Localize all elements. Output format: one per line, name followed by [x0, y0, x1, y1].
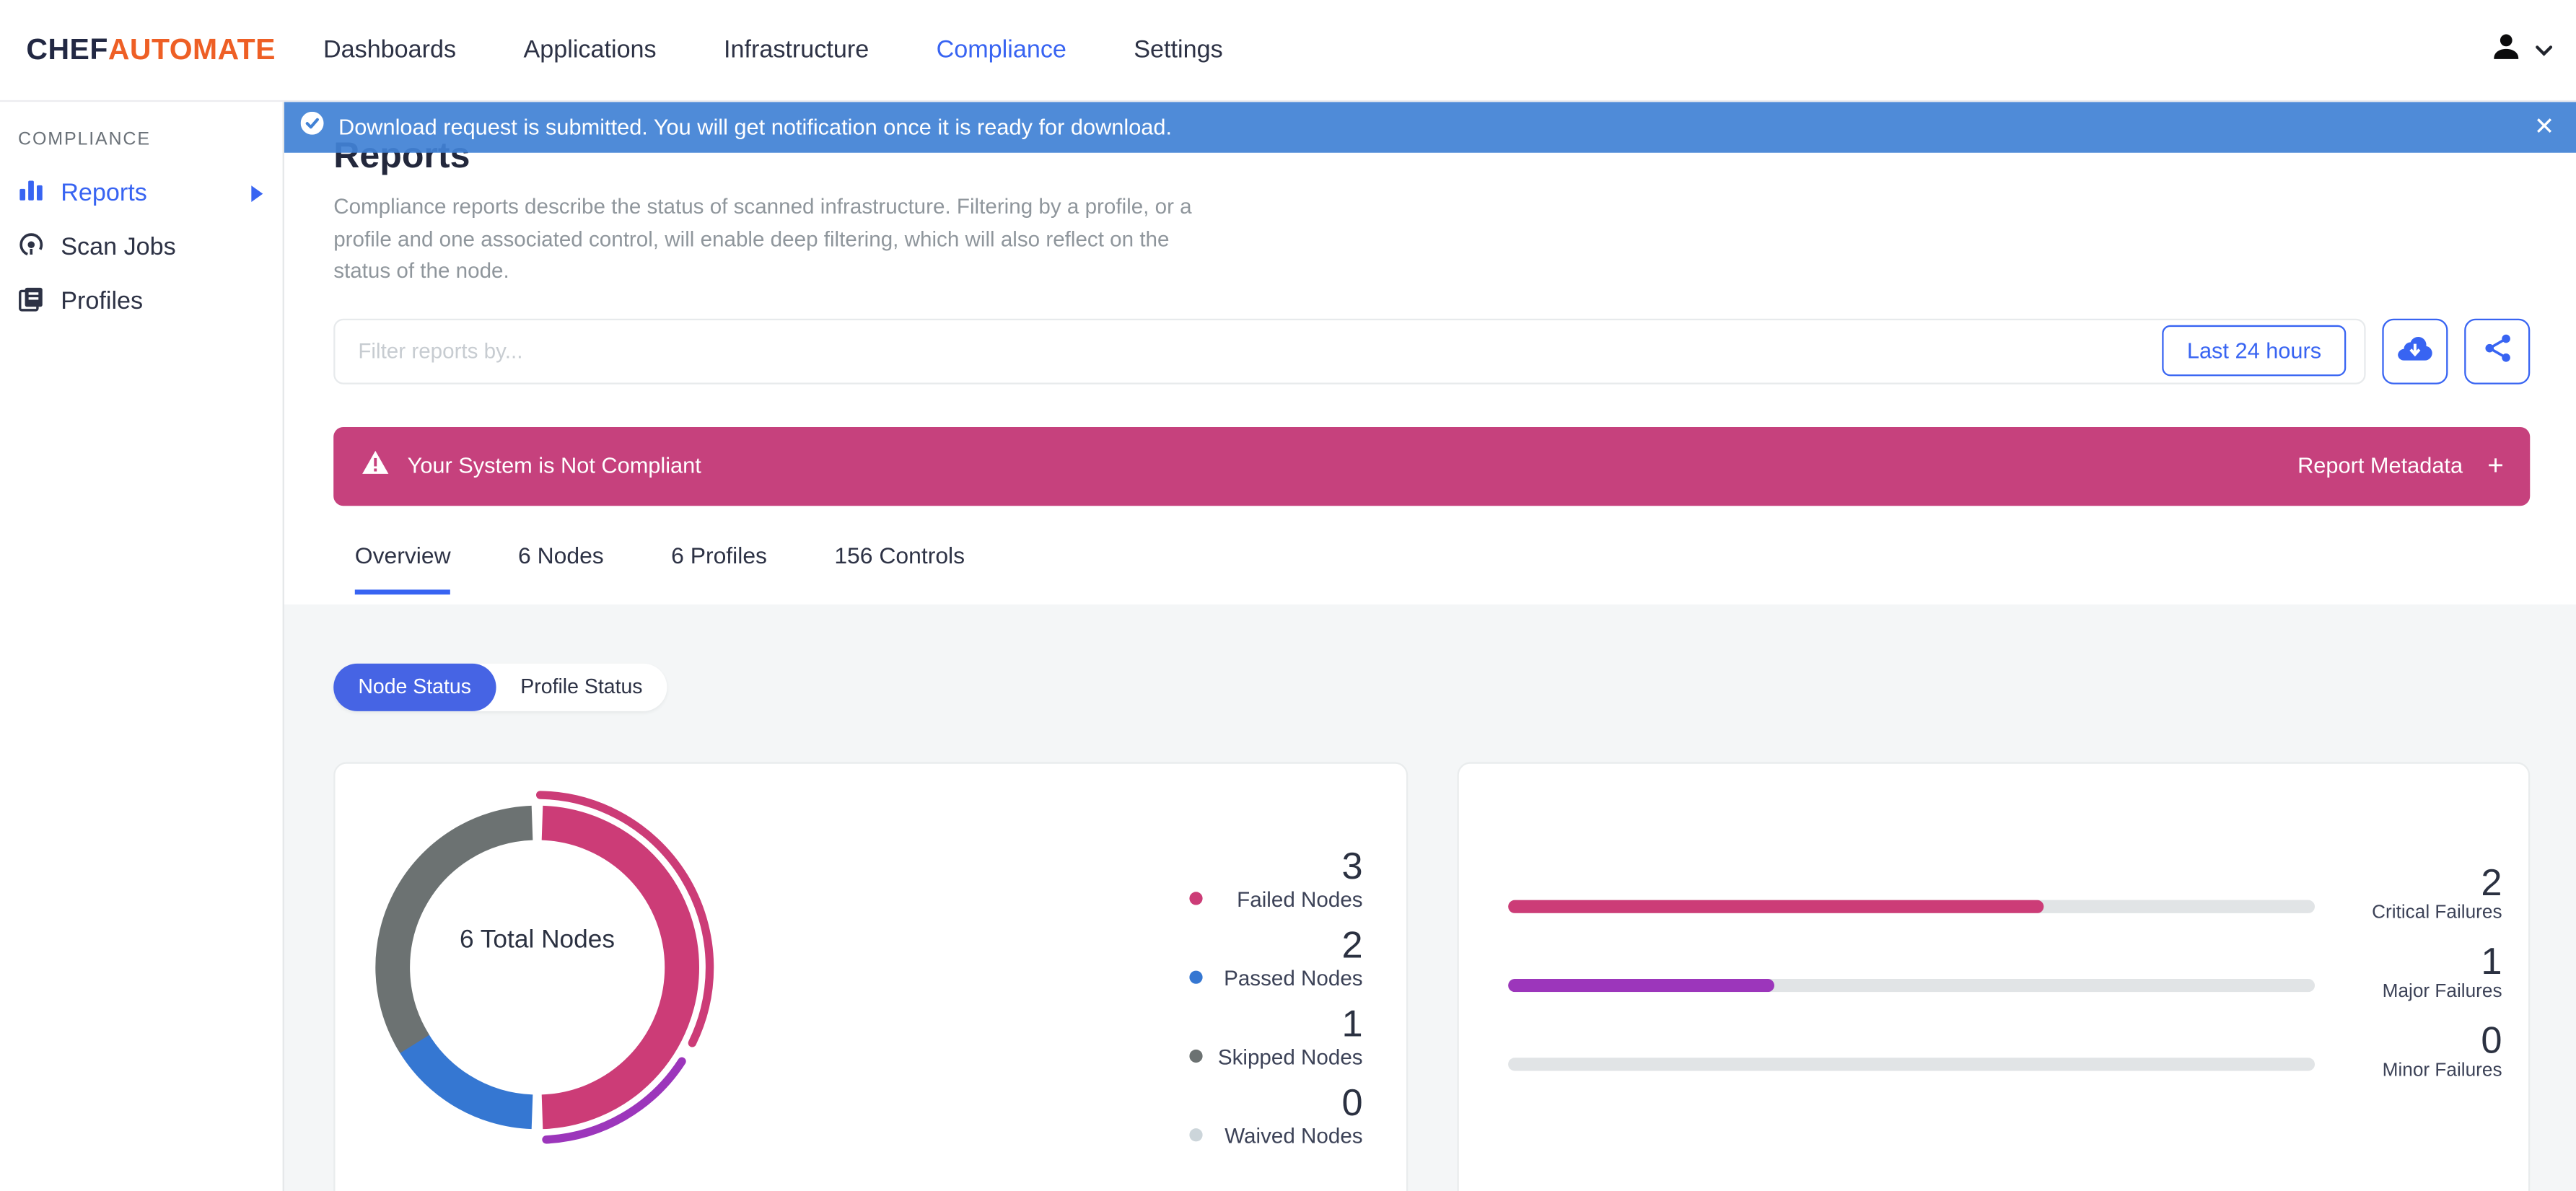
minor-failures-count: 0 [2481, 1017, 2502, 1060]
user-menu-button[interactable] [2489, 29, 2553, 71]
download-report-button[interactable] [2382, 317, 2448, 384]
passed-count: 2 [1341, 922, 1363, 965]
sidebar-section-label: COMPLIANCE [18, 129, 151, 150]
legend-entry-failed: 3 Failed Nodes [1188, 843, 1363, 912]
skipped-count: 1 [1341, 1001, 1363, 1044]
warning-triangle-icon [362, 449, 390, 483]
node-status-pill[interactable]: Node Status [333, 662, 496, 711]
user-profile-icon [2489, 29, 2523, 71]
app-window: CHEFAUTOMATE Dashboards Applications Inf… [0, 0, 2576, 1191]
waived-dot-icon [1188, 1128, 1202, 1142]
filter-reports-input[interactable] [335, 338, 2163, 364]
donut-center-label: 6 Total Nodes [460, 925, 615, 953]
logo-automate-text: AUTOMATE [108, 32, 276, 66]
not-compliant-banner: Your System is Not Compliant Report Meta… [333, 426, 2531, 506]
cloud-download-icon [2397, 335, 2433, 366]
sidebar-item-label: Scan Jobs [61, 233, 176, 262]
legend-label: Passed Nodes [1224, 964, 1363, 990]
critical-failures-label: Critical Failures [2372, 902, 2502, 923]
chevron-down-icon [2535, 35, 2553, 65]
tab-controls[interactable]: 156 Controls [834, 541, 965, 594]
critical-failures-count: 2 [2481, 859, 2502, 903]
minor-failures-label: Minor Failures [2382, 1060, 2502, 1080]
skipped-dot-icon [1188, 1049, 1202, 1063]
legend-entry-passed: 2 Passed Nodes [1188, 922, 1363, 991]
nav-infrastructure[interactable]: Infrastructure [724, 36, 869, 64]
sidebar-item-label: Reports [61, 179, 147, 207]
legend-entry-waived: 0 Waived Nodes [1188, 1079, 1363, 1148]
chef-automate-logo[interactable]: CHEFAUTOMATE [26, 33, 276, 68]
tab-overview[interactable]: Overview [354, 541, 451, 594]
main-content: Download request is submitted. You will … [284, 102, 2576, 1191]
failed-dot-icon [1188, 892, 1202, 905]
notification-message: Download request is submitted. You will … [338, 115, 1173, 140]
major-failures-bar[interactable] [1507, 977, 2316, 992]
sidebar-item-profiles[interactable]: Profiles [0, 274, 283, 328]
nav-compliance[interactable]: Compliance [937, 36, 1066, 64]
logo-chef-text: CHEF [26, 32, 108, 66]
waived-count: 0 [1341, 1079, 1363, 1123]
bar-chart-icon [18, 178, 44, 208]
nav-dashboards[interactable]: Dashboards [323, 36, 456, 64]
legend-label: Waived Nodes [1225, 1122, 1363, 1148]
filter-reports-container: Last 24 hours [333, 317, 2366, 384]
major-failures-count: 1 [2481, 939, 2502, 982]
status-toggle: Node Status Profile Status [333, 662, 667, 711]
major-failures-row: 1 Major Failures [1507, 940, 2502, 1004]
minor-failures-bar[interactable] [1507, 1057, 2316, 1071]
share-report-button[interactable] [2464, 317, 2531, 384]
close-icon[interactable]: ✕ [2534, 115, 2555, 139]
share-icon [2483, 333, 2511, 368]
tab-nodes[interactable]: 6 Nodes [518, 541, 604, 594]
legend-entry-skipped: 1 Skipped Nodes [1188, 1001, 1363, 1070]
compliance-sidebar: COMPLIANCE Reports Scan Jobs Profiles [0, 102, 284, 1191]
minor-failures-row: 0 Minor Failures [1507, 1019, 2502, 1084]
report-metadata-toggle[interactable]: Report Metadata + [2297, 449, 2504, 483]
download-notification-banner: Download request is submitted. You will … [284, 102, 2576, 153]
node-status-card: 6 Total Nodes 3 Failed Nodes 2 Passed No… [333, 761, 1408, 1191]
failure-severity-card: 2 Critical Failures 1 Major Failures 0 M… [1456, 761, 2531, 1191]
sidebar-item-scan-jobs[interactable]: Scan Jobs [0, 220, 283, 274]
sidebar-item-label: Profiles [61, 287, 144, 316]
success-check-icon [300, 111, 324, 143]
node-status-donut-chart[interactable]: 6 Total Nodes [360, 789, 715, 1144]
donut-segment-failed [541, 804, 699, 1129]
not-compliant-message: Your System is Not Compliant [407, 453, 701, 478]
failed-count: 3 [1341, 843, 1363, 887]
passed-dot-icon [1188, 970, 1202, 984]
page-description: Compliance reports describe the status o… [333, 193, 1192, 283]
sidebar-item-reports[interactable]: Reports [0, 166, 283, 220]
legend-label: Failed Nodes [1237, 886, 1363, 911]
nav-settings[interactable]: Settings [1134, 36, 1222, 64]
expand-plus-icon: + [2487, 449, 2504, 480]
submenu-arrow-icon [251, 185, 263, 201]
scan-target-icon [18, 231, 44, 264]
donut-segment-passed [394, 1026, 533, 1129]
profile-status-pill[interactable]: Profile Status [496, 663, 667, 711]
major-failures-label: Major Failures [2382, 981, 2502, 1001]
failure-bars-chart: 2 Critical Failures 1 Major Failures 0 M… [1458, 763, 2528, 1084]
report-metadata-label: Report Metadata [2297, 453, 2463, 478]
report-tabs: Overview 6 Nodes 6 Profiles 156 Controls [333, 541, 2530, 594]
critical-failures-row: 2 Critical Failures [1507, 861, 2502, 926]
node-status-legend: 3 Failed Nodes 2 Passed Nodes 1 Skipped … [1188, 843, 1363, 1160]
top-navigation-bar: CHEFAUTOMATE Dashboards Applications Inf… [0, 0, 2576, 102]
primary-nav: Dashboards Applications Infrastructure C… [323, 36, 1223, 64]
profiles-documents-icon [18, 285, 44, 318]
critical-failures-bar[interactable] [1507, 899, 2316, 913]
legend-label: Skipped Nodes [1217, 1043, 1363, 1069]
nav-applications[interactable]: Applications [523, 36, 656, 64]
time-range-button[interactable]: Last 24 hours [2162, 325, 2347, 377]
tab-profiles[interactable]: 6 Profiles [671, 541, 767, 594]
